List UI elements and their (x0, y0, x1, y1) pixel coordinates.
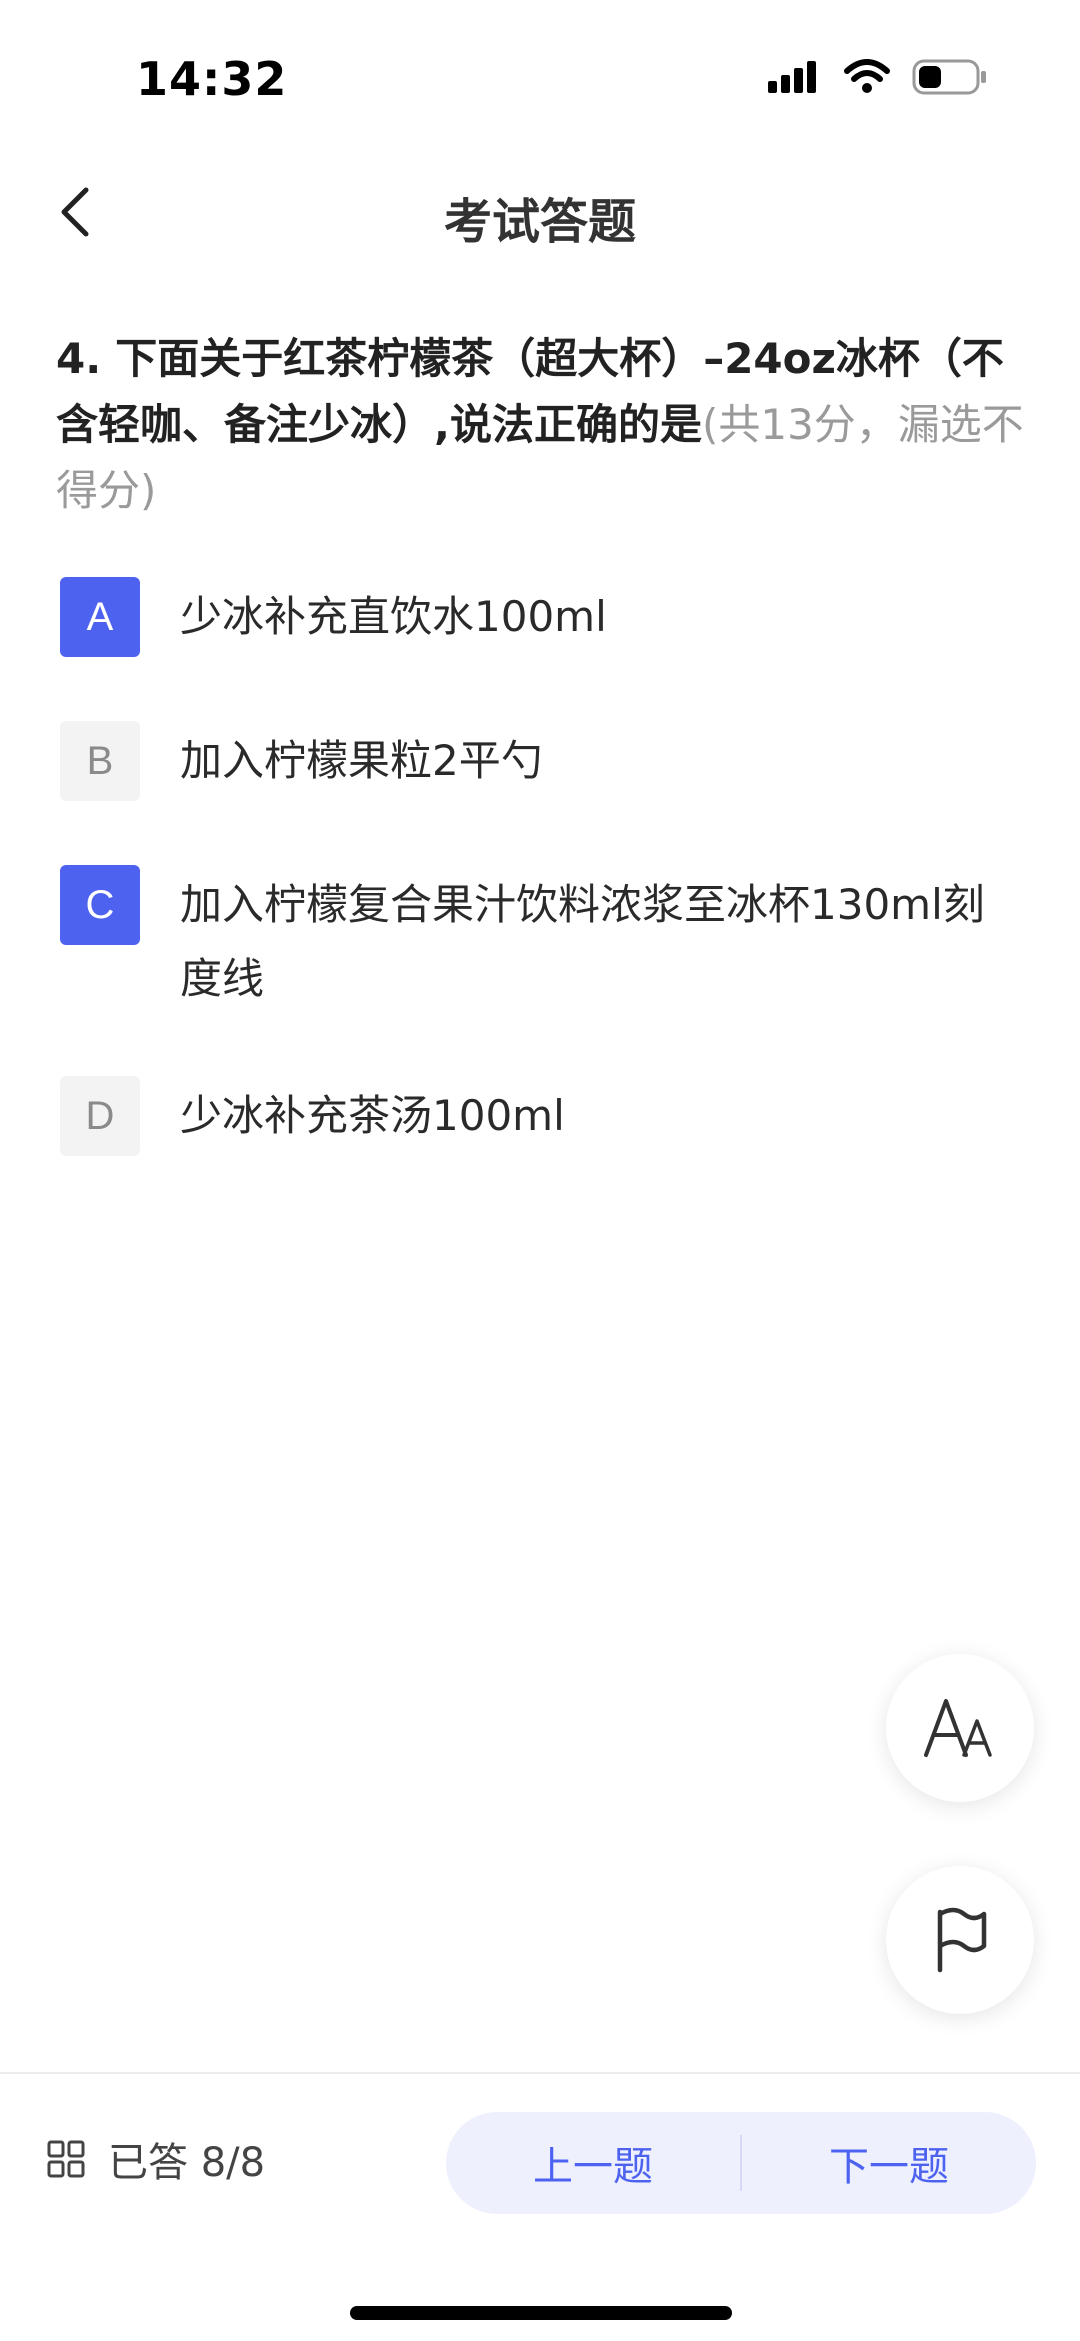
option-d[interactable]: D 少冰补充茶汤100ml (60, 1076, 1020, 1156)
grid-icon (47, 2140, 85, 2178)
exam-screen: 14:32 考试答题 4. 下面关于红茶柠檬茶（超大杯）–24oz冰杯（不含轻咖… (0, 0, 1080, 2341)
status-icons (766, 58, 988, 96)
option-a[interactable]: A 少冰补充直饮水100ml (60, 577, 1020, 657)
question-nav-pill: 上一题 下一题 (446, 2112, 1036, 2214)
option-text-b: 加入柠檬果粒2平勺 (180, 736, 543, 785)
answer-sheet-button[interactable]: 已答 8/8 (46, 2130, 265, 2188)
bottom-divider (0, 2072, 1080, 2074)
answered-count: 已答 8/8 (108, 2140, 266, 2186)
option-letter-d: D (60, 1076, 140, 1156)
option-text-c: 加入柠檬复合果汁饮料浓浆至冰杯130ml刻度线 (180, 880, 985, 1003)
prev-question-button[interactable]: 上一题 (446, 2134, 740, 2192)
font-size-button[interactable] (886, 1654, 1034, 1802)
home-indicator[interactable] (350, 2306, 732, 2320)
flag-icon (937, 1907, 987, 1973)
option-c[interactable]: C 加入柠檬复合果汁饮料浓浆至冰杯130ml刻度线 (60, 865, 1020, 1016)
font-size-icon (924, 1699, 992, 1757)
question-text: 4. 下面关于红茶柠檬茶（超大杯）–24oz冰杯（不含轻咖、备注少冰）,说法正确的… (56, 326, 1024, 524)
option-letter-c: C (60, 865, 140, 945)
wifi-icon (844, 59, 890, 93)
battery-icon (912, 59, 986, 95)
flag-button[interactable] (886, 1866, 1034, 2014)
status-time: 14:32 (136, 52, 288, 106)
question-number: 4. (56, 334, 102, 383)
next-question-button[interactable]: 下一题 (742, 2134, 1036, 2192)
nav-bar: 考试答题 (0, 160, 1080, 260)
status-bar: 14:32 (0, 0, 1080, 140)
option-letter-b: B (60, 721, 140, 801)
page-title: 考试答题 (443, 194, 636, 250)
option-text-d: 少冰补充茶汤100ml (180, 1091, 565, 1140)
option-b[interactable]: B 加入柠檬果粒2平勺 (60, 721, 1020, 801)
option-text-a: 少冰补充直饮水100ml (180, 592, 607, 641)
cellular-signal-icon (768, 61, 816, 93)
option-letter-a: A (60, 577, 140, 657)
